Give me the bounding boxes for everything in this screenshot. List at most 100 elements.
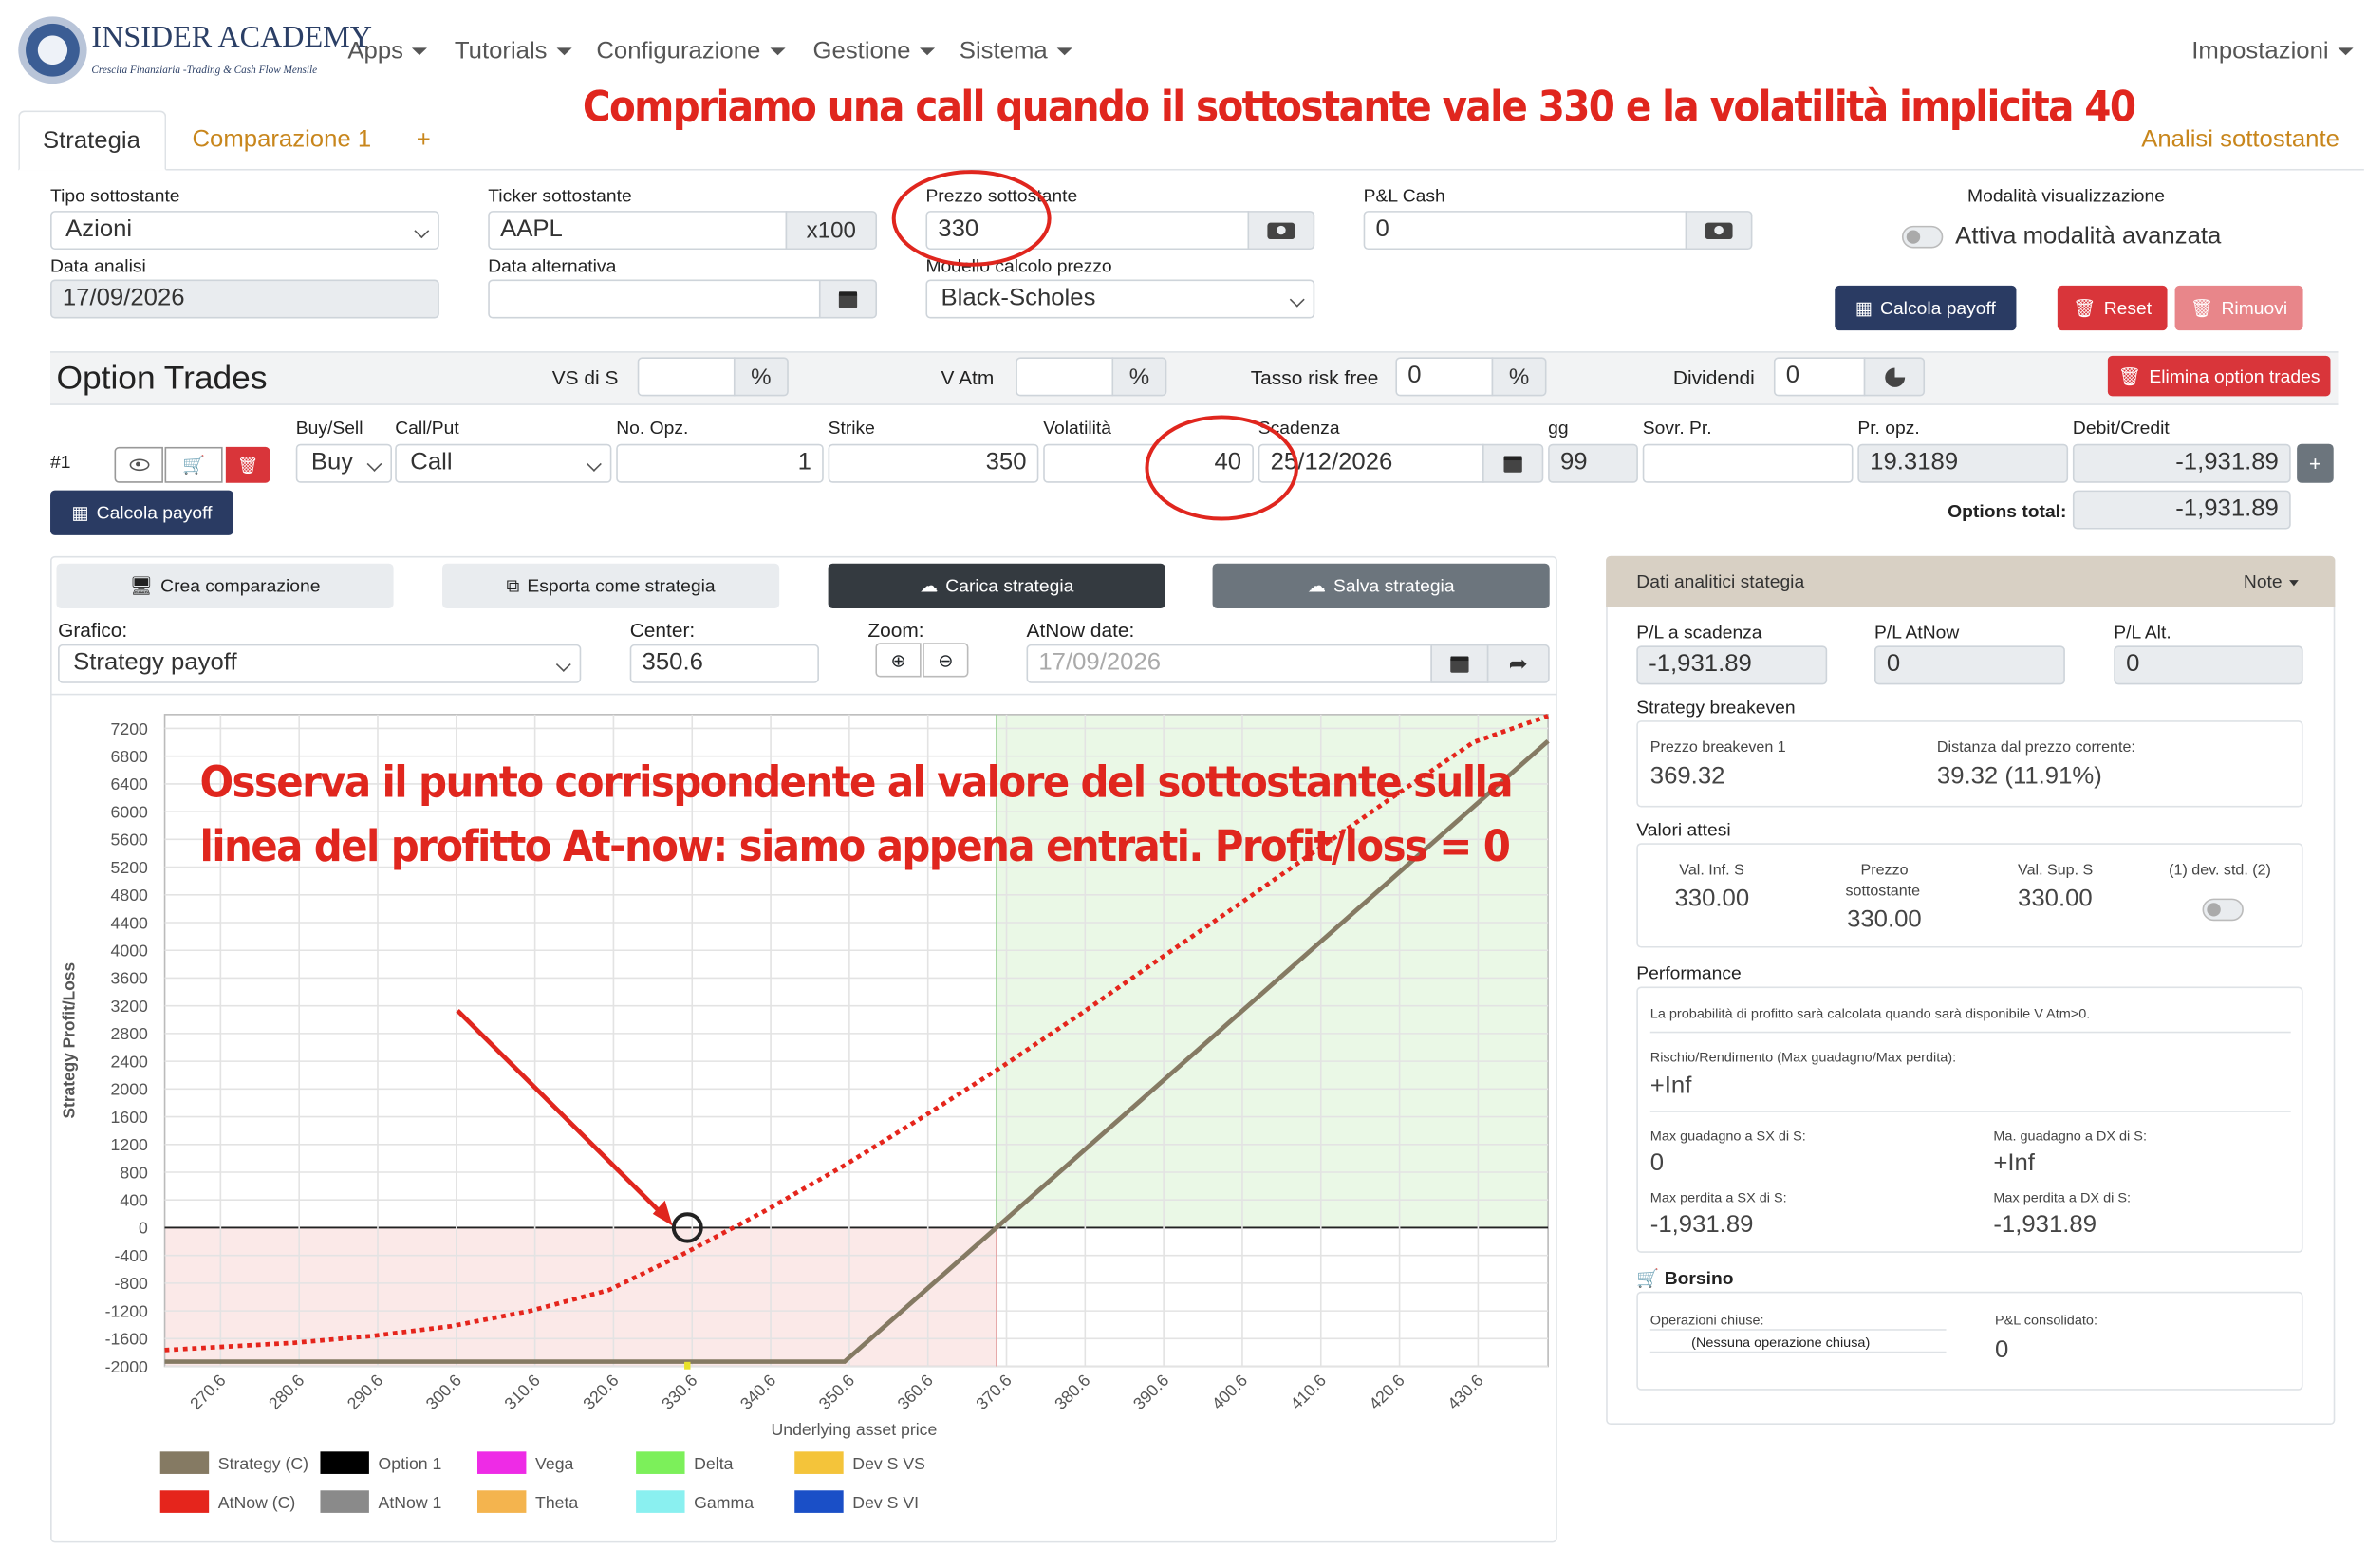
zoom-out-button[interactable]: ⊖ <box>923 643 969 678</box>
strategy-breakeven-title: Strategy breakeven <box>1636 696 1796 718</box>
input-scadenza[interactable]: 25/12/2026 <box>1258 443 1484 483</box>
money-icon[interactable] <box>1685 211 1753 251</box>
input-sovr[interactable] <box>1642 443 1854 483</box>
value-max-guadagno-dx: +Inf <box>1993 1150 2035 1177</box>
x-tick-label: 290.6 <box>344 1371 387 1413</box>
value-breakeven-1: 369.32 <box>1649 763 1725 790</box>
nav-impostazioni[interactable]: Impostazioni <box>2191 39 2354 65</box>
label-grafico: Grafico: <box>58 619 128 642</box>
money-icon[interactable] <box>1247 211 1315 251</box>
value-operazioni-chiuse: (Nessuna operazione chiusa) <box>1691 1335 1871 1351</box>
input-center[interactable]: 350.6 <box>629 644 819 683</box>
trash-icon: 🗑 <box>236 457 259 476</box>
carica-strategia-button[interactable]: ☁ Carica strategia <box>828 563 1165 609</box>
percent-icon[interactable]: % <box>1491 357 1547 397</box>
percent-icon[interactable]: % <box>1111 357 1167 397</box>
calcola-payoff-button[interactable]: ▦ Calcola payoff <box>1835 285 2017 331</box>
brand-name: INSIDER ACADEMY <box>91 21 372 54</box>
crea-comparazione-button[interactable]: 🖥 Crea comparazione <box>56 563 394 609</box>
label-atnow-date: AtNow date: <box>1026 619 1135 642</box>
label-tasso: Tasso risk free <box>1250 365 1379 389</box>
annotation-chart-line2: linea del profitto At-now: siamo appena … <box>199 820 1511 872</box>
nav-label: Gestione <box>812 38 911 65</box>
note-dropdown[interactable]: Note <box>2244 571 2300 592</box>
delete-row-button[interactable]: 🗑 <box>225 446 270 483</box>
input-tasso[interactable]: 0 <box>1395 357 1494 397</box>
button-label: Salva strategia <box>1333 575 1455 597</box>
label-max-guadagno-dx: Ma. guadagno a DX di S: <box>1993 1129 2147 1144</box>
value-max-guadagno-sx: 0 <box>1649 1150 1665 1177</box>
elimina-option-trades-button[interactable]: 🗑 Elimina option trades <box>2107 355 2331 397</box>
calendar-icon[interactable] <box>1482 443 1544 483</box>
x-tick-label: 360.6 <box>893 1371 937 1413</box>
select-modello[interactable]: Black-Scholes <box>925 279 1315 319</box>
input-data-alternativa[interactable] <box>488 279 821 319</box>
toggle-modalita-avanzata[interactable] <box>1901 225 1944 249</box>
select-grafico[interactable]: Strategy payoff <box>58 644 582 683</box>
value-pl-consolidato: 0 <box>1994 1337 2009 1364</box>
label-rischio-rendimento: Rischio/Rendimento (Max guadagno/Max per… <box>1649 1049 1957 1065</box>
caret-down-icon <box>1056 47 1072 56</box>
y-tick-label: 5600 <box>111 831 149 849</box>
select-value: Call <box>410 450 453 476</box>
nav-gestione[interactable]: Gestione <box>813 39 936 65</box>
header-strike: Strike <box>828 417 875 439</box>
tab-strategia[interactable]: Strategia <box>18 110 167 171</box>
select-tipo-sottostante[interactable]: Azioni <box>50 211 439 251</box>
calcola-payoff-button-2[interactable]: ▦ Calcola payoff <box>50 490 233 535</box>
x-axis-ticks: 270.6 280.6 290.6 300.6 310.6 320.6 330.6 340.6… <box>186 1371 1487 1413</box>
tab-add[interactable]: + <box>417 127 431 154</box>
y-tick-label: 6000 <box>111 803 149 822</box>
caret-down-icon <box>2338 47 2354 56</box>
calendar-icon[interactable] <box>818 279 878 319</box>
input-nopz[interactable]: 1 <box>616 443 824 483</box>
monitor-icon: 🖥 <box>129 575 154 597</box>
input-ticker[interactable]: AAPL <box>488 211 788 251</box>
legend-swatch <box>159 1451 210 1474</box>
share-arrow-icon[interactable]: ➦ <box>1486 644 1550 683</box>
zoom-in-button[interactable]: ⊕ <box>875 643 922 678</box>
reset-button[interactable]: 🗑 Reset <box>2057 285 2168 331</box>
tab-comparazione[interactable]: Comparazione 1 <box>192 127 371 154</box>
select-buysell[interactable]: Buy <box>295 443 392 483</box>
input-vatm[interactable] <box>1016 357 1114 397</box>
chevron-down-icon <box>414 223 430 239</box>
select-value: Black-Scholes <box>941 285 1096 311</box>
nav-apps[interactable]: Apps <box>347 39 428 65</box>
input-vs[interactable] <box>637 357 736 397</box>
input-gg: 99 <box>1548 443 1638 483</box>
x-tick-label: 320.6 <box>579 1371 623 1413</box>
header-gg: gg <box>1548 417 1569 439</box>
y-tick-label: 6800 <box>111 747 149 766</box>
calendar-icon[interactable] <box>1430 644 1489 683</box>
salva-strategia-button[interactable]: ☁ Salva strategia <box>1212 563 1550 609</box>
brand-logo[interactable] <box>18 16 87 84</box>
percent-icon[interactable]: % <box>733 357 789 397</box>
rimuovi-button[interactable]: 🗑 Rimuovi <box>2174 285 2303 331</box>
input-dividendi[interactable]: 0 <box>1773 357 1866 397</box>
nav-tutorials[interactable]: Tutorials <box>455 39 572 65</box>
cart-button[interactable]: 🛒 <box>164 446 223 483</box>
input-atnow-date[interactable]: 17/09/2026 <box>1026 644 1432 683</box>
legend-label: AtNow 1 <box>379 1493 442 1512</box>
input-pl-cash[interactable]: 0 <box>1363 211 1687 251</box>
input-strike[interactable]: 350 <box>828 443 1039 483</box>
input-debit-credit: -1,931.89 <box>2072 443 2291 483</box>
add-trade-button[interactable]: + <box>2297 443 2334 483</box>
nav-configurazione[interactable]: Configurazione <box>596 39 786 65</box>
select-callput[interactable]: Call <box>395 443 612 483</box>
toggle-dev-std[interactable] <box>2202 898 2244 922</box>
select-value: Buy <box>310 450 354 476</box>
tab-analisi-sottostante[interactable]: Analisi sottostante <box>2141 127 2339 154</box>
pie-chart-icon[interactable] <box>1863 357 1926 397</box>
esporta-strategia-button[interactable]: ⧉ Esporta come strategia <box>442 563 780 609</box>
eye-button[interactable] <box>114 446 163 483</box>
button-label: Crea comparazione <box>160 575 321 597</box>
input-prezzo-sottostante[interactable]: 330 <box>925 211 1250 251</box>
input-volatilita[interactable]: 40 <box>1043 443 1254 483</box>
input-data-analisi[interactable]: 17/09/2026 <box>50 279 439 319</box>
zoom-in-icon: ⊕ <box>890 649 906 671</box>
x-tick-label: 380.6 <box>1051 1371 1094 1413</box>
legend-label: Delta <box>694 1454 734 1473</box>
nav-sistema[interactable]: Sistema <box>960 39 1072 65</box>
